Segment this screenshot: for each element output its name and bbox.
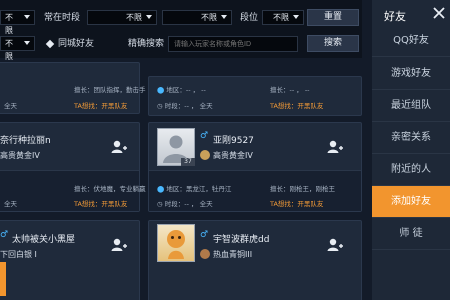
same-city-label[interactable]: 同城好友 [58,37,94,51]
sidebar-item-add-friend[interactable]: 添加好友 [372,186,450,218]
chevron-down-icon [293,15,299,19]
want-label: TA想找： [74,200,102,208]
rank-icon [200,249,210,259]
exact-search-label: 精确搜索 [128,39,165,49]
want-label: TA想找： [270,102,298,110]
region-value: -- ， -- [185,86,206,94]
player-card[interactable] [148,76,362,116]
level-badge: 37 [181,158,195,166]
player-name: 宇智波群虎dd [213,235,270,245]
card-skill: 擅长：伏地魔，专业躺赢 [74,183,146,193]
player-name: 奈行种拉丽n [0,136,51,146]
time-dropdown-1[interactable]: 不限 [87,10,157,25]
card-detail [4,67,6,75]
want-value: 开黑队友 [101,102,128,110]
duty-label: 擅长： [270,86,290,94]
skill-label: 擅长： [74,86,94,94]
male-icon: ♂ [200,131,209,141]
tier-dropdown-value: 不限 [273,13,289,22]
chevron-down-icon [24,15,30,19]
card-duty: 擅长：-- ， -- [270,84,310,94]
card-time: 全天 [4,200,17,208]
sidebar-item-game-friends[interactable]: 游戏好友 [372,58,450,90]
filter-dropdown-value: 不限 [5,39,13,61]
tier-filter-label: 段位 [240,13,259,23]
region-label: 地区： [166,86,186,94]
time-value: -- ， 全天 [184,102,213,110]
card-duty: 擅长：刚枪王，刚枪王 [270,183,335,193]
time-filter-label: 常在时段 [44,13,81,23]
card-want: TA想找：开黑队友 [270,100,323,110]
chevron-down-icon [146,15,152,19]
player-rank: 下回白银 I [0,250,37,259]
scroll-accent [0,262,6,296]
card-want: TA想找：开黑队友 [74,198,127,208]
friends-sidebar: 好友 QQ好友 游戏好友 最近组队 亲密关系 附近的人 添加好友 师 徒 [372,0,450,300]
add-friend-icon[interactable] [110,236,128,254]
card-skill: 擅长：团队指挥，勤击手 [74,84,146,94]
want-label: TA想找： [74,102,102,110]
tiger-avatar-icon [167,230,185,259]
clock-icon: ◷ [157,200,163,208]
time-dropdown-value: 不限 [126,13,142,22]
card-time: ◷ 时段：-- ， 全天 [157,100,213,110]
card-time: ◷ 时段：-- ， 全天 [157,198,213,208]
duty-label: 擅长： [270,185,290,193]
player-rank: 高贵黄金IV [0,151,40,160]
location-pin-icon: ⬤ [157,185,165,193]
clock-icon: ◷ [157,102,163,110]
time-label: 时段： [164,102,185,110]
player-name: 太帅被关小黑屋 [12,235,76,245]
want-label: TA想找： [270,200,298,208]
sidebar-item-recent-team[interactable]: 最近组队 [372,90,450,122]
card-region: ⬤ 地区：黑龙江，牡丹江 [157,183,231,193]
search-input[interactable] [168,36,298,52]
duty-value: 刚枪王，刚枪王 [289,185,336,193]
search-button[interactable]: 搜索 [307,35,359,52]
card-time: 全天 [4,102,17,110]
skill-value: 团队指挥，勤击手 [93,86,146,94]
skill-label: 擅长： [74,185,94,193]
sidebar-item-intimate[interactable]: 亲密关系 [372,122,450,154]
player-name: 亚刚9527 [213,136,254,146]
card-want: TA想找：开黑队友 [270,198,323,208]
add-friend-icon[interactable] [110,138,128,156]
avatar[interactable] [157,224,195,262]
location-pin-icon: ⬤ [157,86,165,94]
rank-icon [200,150,210,160]
filter-dropdown-left[interactable]: 不限 [0,10,35,35]
sidebar-title: 好友 [384,10,406,23]
male-icon: ♂ [200,230,209,240]
duty-value: -- ， -- [289,86,310,94]
sidebar-item-mentor[interactable]: 师 徒 [372,218,450,250]
region-value: 黑龙江，牡丹江 [185,185,232,193]
time-label: 时段： [164,200,185,208]
tier-dropdown[interactable]: 不限 [262,10,304,25]
want-value: 开黑队友 [297,102,324,110]
filter-dropdown-value: 不限 [5,13,13,35]
chevron-down-icon [24,41,30,45]
card-region: ⬤ 地区：-- ， -- [157,84,206,94]
sidebar-item-qq-friends[interactable]: QQ好友 [372,25,450,57]
want-value: 开黑队友 [297,200,324,208]
add-friend-icon[interactable] [326,236,344,254]
close-icon[interactable] [432,6,446,20]
time-dropdown-value-2: 不限 [201,13,217,22]
male-icon: ♂ [0,230,9,240]
skill-value: 伏地魔，专业躺赢 [93,185,146,193]
time-value: -- ， 全天 [184,200,213,208]
time-dropdown-2[interactable]: 不限 [162,10,232,25]
chevron-down-icon [221,15,227,19]
filter-dropdown-left-2[interactable]: 不限 [0,36,35,61]
player-rank: 热血青铜III [213,250,253,259]
add-friend-icon[interactable] [326,138,344,156]
sidebar-item-nearby[interactable]: 附近的人 [372,154,450,186]
player-rank: 高贵黄金IV [213,151,253,160]
reset-button[interactable]: 重置 [307,9,359,26]
region-label: 地区： [166,185,186,193]
want-value: 开黑队友 [101,200,128,208]
card-want: TA想找：开黑队友 [74,100,127,110]
